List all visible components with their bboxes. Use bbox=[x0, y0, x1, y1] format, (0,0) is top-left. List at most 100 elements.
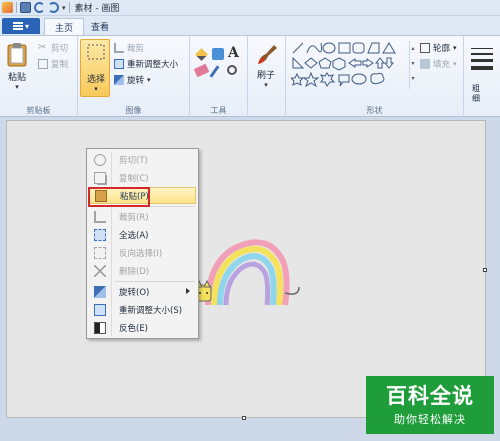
select-label: 选择 bbox=[86, 75, 105, 85]
watermark-subtitle: 助你轻松解决 bbox=[394, 412, 466, 426]
menu-separator bbox=[115, 281, 195, 282]
menu-item-cut[interactable]: 剪切(T) bbox=[89, 151, 196, 168]
rotate-icon bbox=[114, 75, 124, 85]
menu-item-resize[interactable]: 重新调整大小(S) bbox=[89, 301, 196, 318]
fill-label: 填充 bbox=[433, 60, 451, 70]
paste-button[interactable]: 粘贴 ▾ bbox=[6, 42, 28, 91]
tools-group-label: 工具 bbox=[210, 106, 227, 115]
menu-item-label: 重新调整大小(S) bbox=[119, 305, 183, 316]
resize-icon bbox=[94, 303, 106, 316]
menu-item-label: 删除(D) bbox=[119, 266, 150, 277]
undo-icon[interactable] bbox=[34, 2, 45, 13]
resize-icon bbox=[114, 59, 124, 69]
drawing-canvas[interactable] bbox=[6, 120, 487, 420]
chevron-down-icon: ▾ bbox=[147, 76, 151, 84]
outline-button[interactable]: 轮廓 ▾ bbox=[420, 42, 457, 54]
menu-item-select-all[interactable]: 全选(A) bbox=[89, 226, 196, 243]
shapes-scroll[interactable]: ▴ ▾ ▾ bbox=[409, 41, 416, 89]
paint-app-icon[interactable] bbox=[2, 2, 13, 13]
size-label[interactable]: 粗细 bbox=[472, 84, 484, 104]
size-group: 粗细 bbox=[464, 36, 500, 118]
select-all-icon bbox=[94, 228, 106, 241]
menu-icon bbox=[12, 22, 23, 30]
clipboard-group-label: 剪贴板 bbox=[26, 106, 51, 115]
selection-rect-icon bbox=[87, 44, 105, 60]
select-button-content[interactable]: 选择 ▾ bbox=[82, 44, 110, 93]
chevron-down-icon: ▾ bbox=[24, 21, 29, 31]
tab-view[interactable]: 查看 bbox=[86, 18, 114, 35]
crop-button[interactable]: 裁剪 bbox=[114, 42, 144, 54]
resize-button[interactable]: 重新调整大小 bbox=[114, 58, 178, 70]
file-menu-button[interactable]: ▾ bbox=[2, 18, 40, 34]
menu-item-label: 剪切(T) bbox=[119, 155, 148, 166]
crop-label: 裁剪 bbox=[127, 44, 145, 54]
chevron-down-icon: ▾ bbox=[264, 81, 268, 89]
menu-item-label: 裁剪(R) bbox=[119, 212, 149, 223]
menu-item-label: 反色(E) bbox=[119, 323, 149, 334]
cut-button[interactable]: ✂ 剪切 bbox=[38, 42, 69, 55]
menu-item-label: 旋转(O) bbox=[119, 287, 150, 298]
ribbon: 粘贴 ▾ ✂ 剪切 复制 剪贴板 选择 ▾ 裁剪 重新调整大小 旋转 ▾ 图像 … bbox=[0, 35, 500, 118]
eraser-icon[interactable] bbox=[193, 63, 210, 78]
menu-item-invert-color[interactable]: 反色(E) bbox=[89, 319, 196, 336]
chevron-down-icon: ▾ bbox=[15, 83, 19, 91]
fill-bucket-icon[interactable] bbox=[212, 48, 224, 60]
color-picker-icon[interactable] bbox=[209, 65, 220, 78]
rainbow-cat-image bbox=[194, 239, 300, 306]
magnifier-icon[interactable] bbox=[227, 65, 237, 75]
crop-icon bbox=[94, 210, 106, 223]
redo-icon[interactable] bbox=[48, 2, 59, 13]
menu-item-rotate[interactable]: 旋转(O) bbox=[89, 283, 196, 300]
shapes-group: ▴ ▾ ▾ 轮廓 ▾ 填充 ▾ 形状 bbox=[286, 36, 464, 118]
save-icon[interactable] bbox=[20, 2, 31, 13]
menu-item-label: 复制(C) bbox=[119, 173, 149, 184]
highlight-annotation-box bbox=[88, 187, 150, 207]
pencil-icon[interactable] bbox=[195, 48, 208, 61]
shapes-gallery[interactable] bbox=[291, 41, 409, 89]
size-lines-icon[interactable] bbox=[471, 48, 493, 70]
separator bbox=[16, 2, 17, 13]
cut-label: 剪切 bbox=[51, 44, 69, 54]
context-menu: 剪切(T) 复制(C) 粘贴(P) 裁剪(R) 全选(A) 反向选择(I) 删除… bbox=[86, 148, 199, 339]
text-icon[interactable]: A bbox=[228, 45, 239, 61]
clipboard-icon bbox=[7, 43, 27, 67]
chevron-down-icon: ▾ bbox=[94, 85, 98, 93]
rotate-button[interactable]: 旋转 ▾ bbox=[114, 74, 151, 86]
copy-label: 复制 bbox=[51, 60, 69, 70]
copy-button[interactable]: 复制 bbox=[38, 58, 68, 70]
fill-icon bbox=[420, 59, 430, 69]
watermark-logo: 百科全说 助你轻松解决 bbox=[366, 376, 494, 434]
chevron-down-icon: ▾ bbox=[453, 60, 457, 68]
menu-item-delete[interactable]: 删除(D) bbox=[89, 262, 196, 279]
brushes-group: 刷子 ▾ bbox=[248, 36, 286, 118]
shapes-group-label: 形状 bbox=[366, 106, 383, 115]
copy-icon bbox=[94, 171, 106, 184]
menu-item-invert-selection[interactable]: 反向选择(I) bbox=[89, 244, 196, 261]
menu-item-label: 反向选择(I) bbox=[119, 248, 163, 259]
ribbon-tab-bar: ▾ 主页 查看 bbox=[0, 16, 500, 35]
invert-color-icon bbox=[94, 321, 106, 334]
crop-icon bbox=[114, 43, 124, 53]
scissors-icon bbox=[94, 153, 106, 166]
tab-home[interactable]: 主页 bbox=[44, 18, 84, 35]
brushes-button[interactable]: 刷子 ▾ bbox=[254, 42, 278, 89]
menu-item-label: 全选(A) bbox=[119, 230, 149, 241]
rotate-icon bbox=[94, 285, 106, 298]
brush-icon bbox=[258, 45, 277, 64]
title-bar: ▾ 素材 - 画图 bbox=[0, 0, 500, 16]
copy-icon bbox=[38, 59, 48, 69]
resize-handle-bottom[interactable] bbox=[242, 416, 246, 420]
image-group-label: 图像 bbox=[125, 106, 142, 115]
resize-handle-right[interactable] bbox=[483, 268, 487, 272]
watermark-title: 百科全说 bbox=[386, 383, 474, 408]
chevron-down-icon: ▾ bbox=[453, 44, 457, 52]
fill-button[interactable]: 填充 ▾ bbox=[420, 58, 457, 70]
quick-access-dropdown-icon[interactable]: ▾ bbox=[62, 4, 66, 12]
invert-selection-icon bbox=[94, 246, 106, 259]
menu-item-copy[interactable]: 复制(C) bbox=[89, 169, 196, 186]
image-group: 选择 ▾ 裁剪 重新调整大小 旋转 ▾ 图像 bbox=[78, 36, 190, 118]
tools-group: A 工具 bbox=[190, 36, 248, 118]
delete-icon bbox=[94, 264, 106, 277]
menu-item-crop[interactable]: 裁剪(R) bbox=[89, 208, 196, 225]
separator bbox=[68, 2, 70, 13]
